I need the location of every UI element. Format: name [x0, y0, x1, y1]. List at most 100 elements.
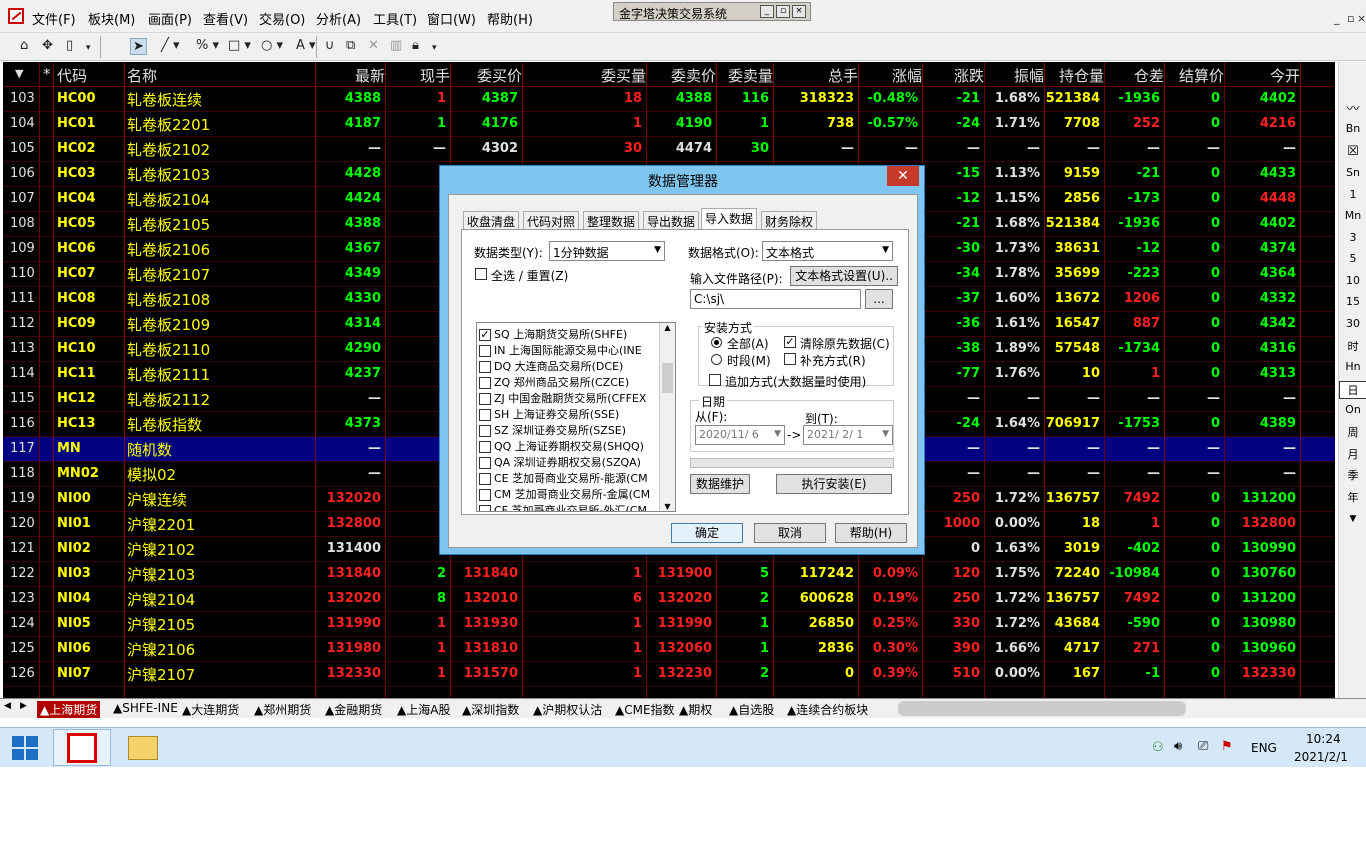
tab-import[interactable]: 导入数据 [701, 208, 758, 229]
append-mode-checkbox[interactable] [709, 374, 721, 386]
exchange-item[interactable]: ZJ 中国金融期货交易所(CFFEX [479, 390, 646, 406]
table-row[interactable]: 122 NI03 沪镍2103 131840 2 131840 1 131900 5 117242… [3, 562, 1335, 587]
table-row[interactable]: 124 NI05 沪镍2105 131990 1 131930 1 131990 1 26850 0… [3, 612, 1335, 637]
header-amp[interactable]: 振幅 [984, 65, 1044, 86]
exchange-checkbox[interactable] [479, 409, 491, 421]
exchange-item[interactable]: SZ 深圳证券交易所(SZSE) [479, 422, 626, 438]
tab-cme-index[interactable]: ▲CME指数 [615, 701, 675, 718]
exchange-item[interactable]: CE 芝加哥商业交易所-能源(CM [479, 470, 648, 486]
period-6[interactable]: 15 [1339, 295, 1366, 308]
menu-file[interactable]: 文件(F) [32, 9, 76, 28]
exchange-checkbox[interactable] [479, 489, 491, 501]
taskbar-app-pyramid[interactable] [53, 729, 111, 766]
table-row[interactable]: 105 HC02 轧卷板2102 — — 4302 30 4474 30 — — — — — — — — [3, 137, 1335, 162]
circle-tool-icon[interactable]: ○ ▾ [261, 38, 283, 53]
fill-mode-checkbox[interactable] [784, 353, 796, 365]
data-type-select[interactable]: 1分钟数据 [549, 241, 665, 261]
minimize-icon[interactable]: _ [760, 5, 774, 18]
kline-icon[interactable]: ☒ [1339, 144, 1366, 159]
period-15[interactable]: 年 [1339, 489, 1366, 505]
period-12[interactable]: 周 [1339, 424, 1366, 440]
period-10[interactable]: 日 [1339, 381, 1366, 399]
tray-display-icon[interactable]: ⎚ [1198, 739, 1208, 754]
menu-sector[interactable]: 板块(M) [88, 9, 135, 28]
restore-icon[interactable]: ▫ [776, 5, 790, 18]
header-settle[interactable]: 结算价 [1164, 65, 1224, 86]
header-total[interactable]: 总手 [773, 65, 858, 86]
tab-organize[interactable]: 整理数据 [583, 211, 640, 229]
from-date-picker[interactable]: 2020/11/ 6 [695, 425, 785, 445]
exchange-checkbox[interactable] [479, 505, 491, 511]
tab-shfe-ine[interactable]: ▲SHFE-INE [113, 701, 178, 715]
move-icon[interactable]: ✥ [42, 38, 53, 53]
header-bid[interactable]: 委买价 [450, 65, 522, 86]
tray-date[interactable]: 2021/2/1 [1294, 750, 1348, 764]
lock-icon[interactable]: 🔒︎ [412, 38, 419, 53]
tab-sh-option-put[interactable]: ▲沪期权认沽 [533, 701, 602, 718]
menu-view[interactable]: 查看(V) [203, 9, 248, 28]
period-2[interactable]: Mn [1339, 209, 1366, 222]
rectangle-tool-icon[interactable]: □ ▾ [228, 38, 251, 53]
header-ask[interactable]: 委卖价 [646, 65, 716, 86]
exchange-checkbox[interactable] [479, 345, 491, 357]
exchange-item[interactable]: ✓ SQ 上海期货交易所(SHFE) [479, 326, 627, 342]
execute-install-button[interactable]: 执行安装(E) [776, 474, 892, 494]
floating-title-window[interactable]: 金字塔决策交易系统 _ ▫ × [613, 2, 811, 21]
tab-shanghai-a[interactable]: ▲上海A股 [397, 701, 450, 718]
tab-export[interactable]: 导出数据 [643, 211, 700, 229]
cancel-button[interactable]: 取消 [754, 523, 826, 543]
header-askq[interactable]: 委卖量 [716, 65, 773, 86]
exchange-item[interactable]: CM 芝加哥商业交易所-金属(CM [479, 486, 650, 502]
exchange-checkbox[interactable]: ✓ [479, 329, 491, 341]
tray-time[interactable]: 10:24 [1306, 732, 1341, 746]
menu-window[interactable]: 窗口(W) [427, 9, 476, 28]
scroll-down-icon[interactable]: ▼ [1339, 514, 1366, 524]
period-3[interactable]: 3 [1339, 231, 1366, 244]
windows-start-icon[interactable] [12, 736, 38, 760]
period-11[interactable]: On [1339, 403, 1366, 416]
exchange-checkbox[interactable] [479, 361, 491, 373]
sort-arrow-icon[interactable]: ▼ [15, 67, 23, 80]
tab-options[interactable]: ▲期权 [679, 701, 712, 718]
format-settings-button[interactable]: 文本格式设置(U).. [790, 266, 898, 286]
exchange-list[interactable]: ✓ SQ 上海期货交易所(SHFE) IN 上海国际能源交易中心(INE DQ 大连商… [476, 322, 676, 512]
horizontal-scrollbar[interactable] [898, 701, 1186, 716]
tray-network-icon[interactable]: ⚇ [1152, 740, 1164, 755]
scroll-down-icon[interactable]: ▼ [660, 502, 675, 511]
table-row[interactable]: 103 HC00 轧卷板连续 4388 1 4387 18 4388 116 318323 -0.4… [3, 87, 1335, 112]
table-row[interactable]: 126 NI07 沪镍2107 132330 1 131570 1 132230 2 0 0.39%… [3, 662, 1335, 687]
table-row[interactable]: 125 NI06 沪镍2106 131980 1 131810 1 132060 1 2836 0.… [3, 637, 1335, 662]
exchange-item[interactable]: IN 上海国际能源交易中心(INE [479, 342, 642, 358]
radio-all[interactable] [711, 337, 722, 348]
header-pct[interactable]: 涨幅 [858, 65, 922, 86]
clear-data-checkbox[interactable]: ✓ [784, 336, 796, 348]
exchange-checkbox[interactable] [479, 441, 491, 453]
period-7[interactable]: 30 [1339, 317, 1366, 330]
tab-continuous[interactable]: ▲连续合约板块 [787, 701, 868, 718]
header-oi[interactable]: 持仓量 [1044, 65, 1104, 86]
close-icon[interactable]: × [792, 5, 806, 18]
mdi-restore-icon[interactable]: ▫ [1347, 12, 1354, 25]
exchange-checkbox[interactable] [479, 377, 491, 389]
exchange-item[interactable]: ZQ 郑州商品交易所(CZCE) [479, 374, 629, 390]
menu-analysis[interactable]: 分析(A) [316, 9, 361, 28]
tab-shanghai-futures[interactable]: ▲上海期货 [37, 701, 101, 718]
mdi-close-icon[interactable]: × [1357, 12, 1366, 25]
ok-button[interactable]: 确定 [671, 523, 743, 543]
tray-alert-icon[interactable]: ⚑ [1221, 739, 1233, 754]
dropdown-icon[interactable]: ▾ [432, 43, 437, 53]
home-icon[interactable]: ⌂ [20, 38, 28, 53]
copy-icon[interactable]: ⧉ [346, 38, 355, 53]
tab-zhengzhou-futures[interactable]: ▲郑州期货 [254, 701, 311, 718]
exchange-checkbox[interactable] [479, 393, 491, 405]
browse-button[interactable]: ... [865, 289, 893, 309]
path-input[interactable]: C:\sj\ [690, 289, 861, 309]
tab-watchlist[interactable]: ▲自选股 [729, 701, 774, 718]
tab-shenzhen-index[interactable]: ▲深圳指数 [462, 701, 519, 718]
menu-trade[interactable]: 交易(O) [259, 9, 305, 28]
period-13[interactable]: 月 [1339, 446, 1366, 462]
exchange-checkbox[interactable] [479, 473, 491, 485]
to-date-picker[interactable]: 2021/ 2/ 1 [803, 425, 893, 445]
exchange-checkbox[interactable] [479, 457, 491, 469]
exchange-item[interactable]: QA 深圳证券期权交易(SZQA) [479, 454, 641, 470]
